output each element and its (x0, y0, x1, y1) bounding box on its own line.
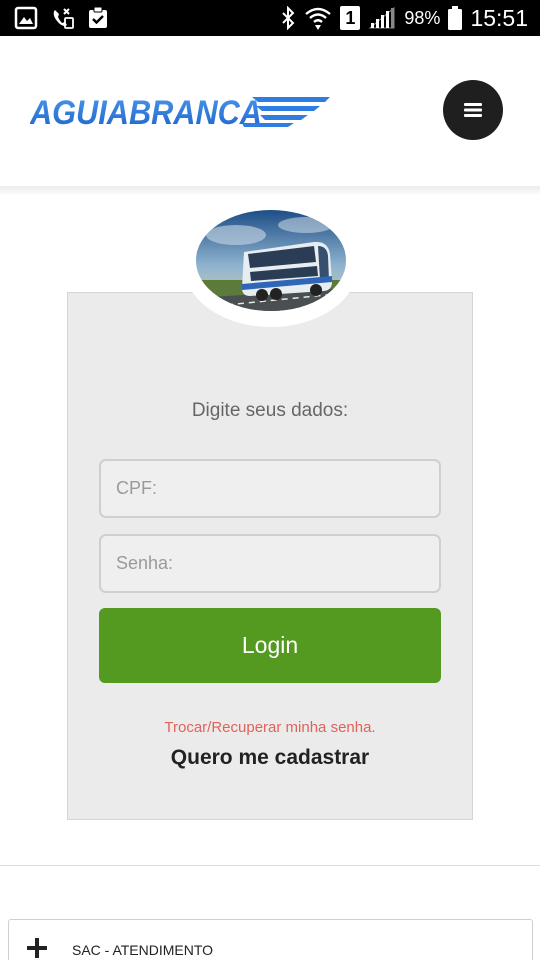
site-header: AGUIABRANCA (0, 36, 540, 186)
hamburger-icon (464, 103, 482, 117)
clipboard-check-icon (89, 6, 107, 28)
register-link[interactable]: Quero me cadastrar (67, 746, 473, 770)
plus-icon (27, 938, 47, 958)
menu-button[interactable] (443, 80, 503, 140)
header-shadow (0, 186, 540, 194)
battery-percent: 98% (404, 7, 441, 28)
missed-call-icon (53, 8, 74, 29)
signal-icon (369, 6, 395, 29)
battery-icon (448, 6, 463, 30)
notification-icons (14, 6, 110, 30)
svg-text:AGUIABRANCA: AGUIABRANCA (30, 94, 262, 128)
system-icons: 1 98% 15:51 (280, 4, 528, 32)
sim-slot-icon: 1 (340, 6, 361, 30)
sac-label: SAC - ATENDIMENTO (72, 942, 214, 958)
gallery-icon (14, 6, 38, 30)
login-prompt: Digite seus dados: (191, 400, 349, 421)
bus-image (196, 210, 346, 311)
section-divider (0, 865, 540, 866)
status-bar: 1 98% 15:51 (0, 0, 540, 36)
cpf-input[interactable] (99, 459, 441, 518)
password-input[interactable] (99, 534, 441, 593)
sac-accordion[interactable]: SAC - ATENDIMENTO (8, 919, 533, 960)
wifi-icon (305, 7, 332, 30)
aguiabranca-logo[interactable]: AGUIABRANCA (30, 94, 332, 128)
recover-password-link[interactable]: Trocar/Recuperar minha senha. (67, 719, 473, 736)
bluetooth-icon (282, 6, 295, 30)
clock: 15:51 (470, 4, 528, 31)
login-button[interactable]: Login (99, 608, 441, 683)
